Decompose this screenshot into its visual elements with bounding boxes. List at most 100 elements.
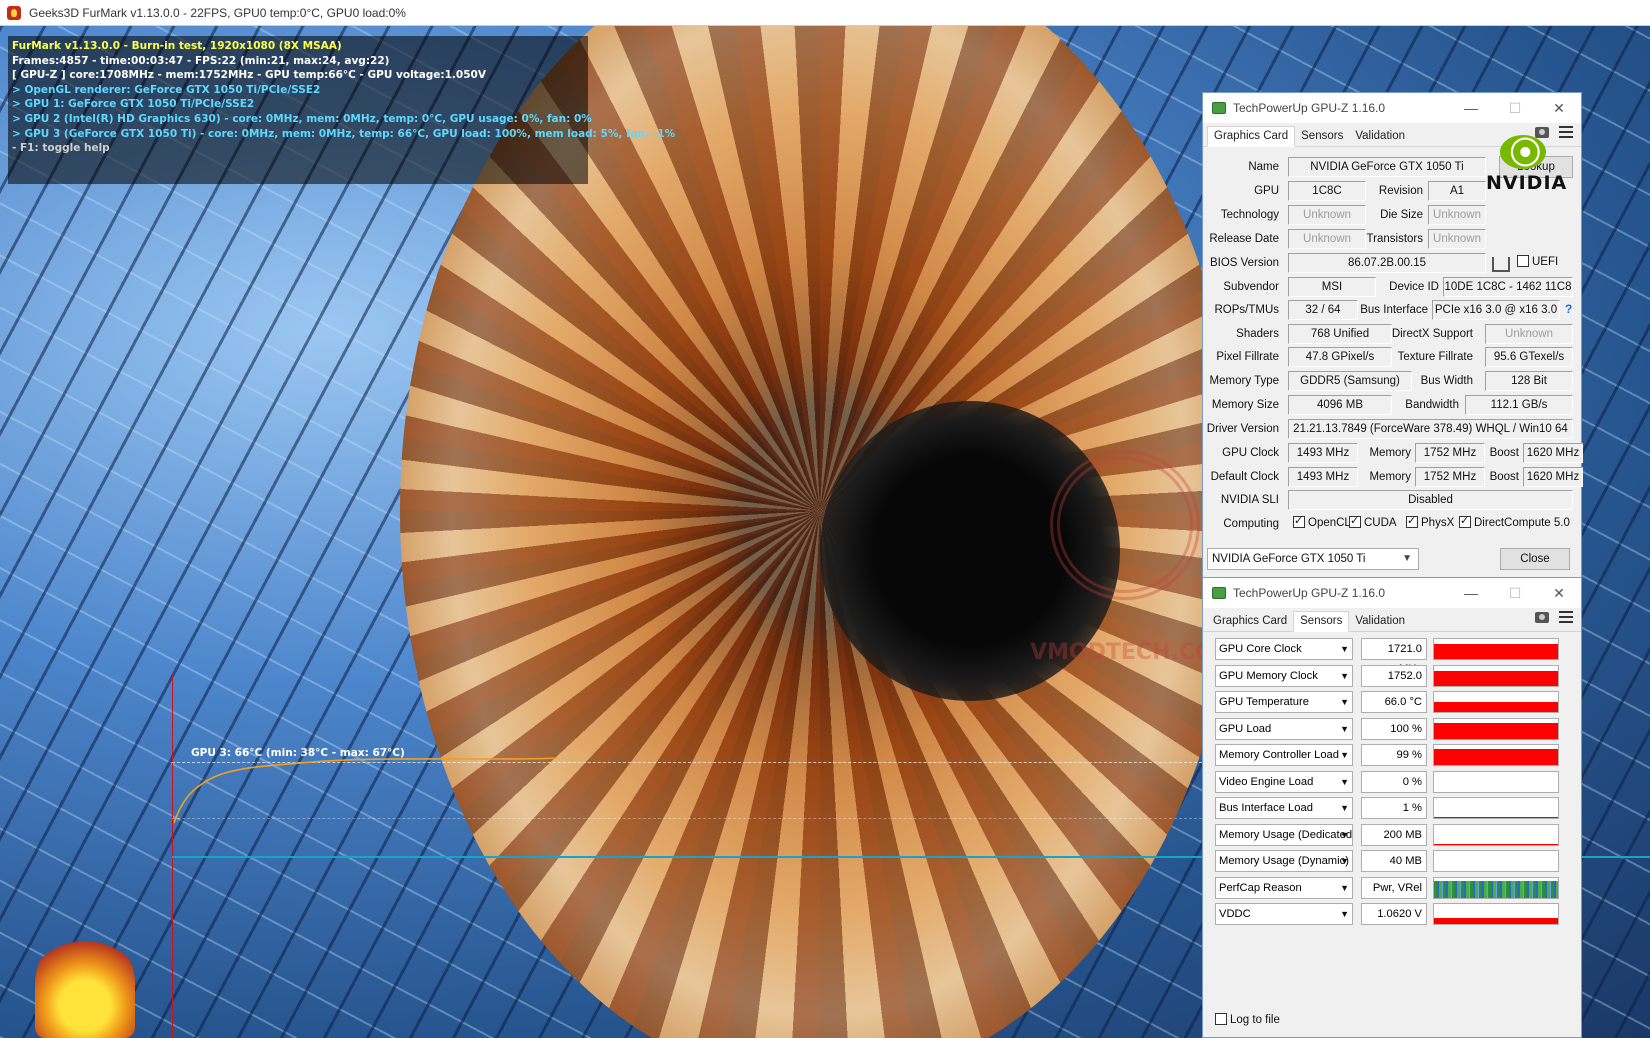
label-directx-support: DirectX Support	[1391, 328, 1473, 340]
close-icon[interactable]: ✕	[1537, 93, 1581, 123]
chevron-down-icon[interactable]: ▼	[1340, 639, 1349, 659]
tab-sensors[interactable]: Sensors	[1293, 611, 1350, 632]
label-default-clock: Default Clock	[1210, 471, 1279, 483]
uefi-check-icon[interactable]	[1517, 255, 1529, 267]
sensor-name-dropdown[interactable]: PerfCap Reason ▼	[1215, 876, 1353, 899]
label-bus-interface: Bus Interface	[1360, 304, 1428, 316]
sensor-name-dropdown[interactable]: Memory Usage (Dynamic) ▼	[1215, 850, 1353, 872]
sensor-list: GPU Core Clock▼1721.0 MHzGPU Memory Cloc…	[1203, 632, 1581, 1032]
check-icon	[1293, 514, 1305, 528]
log-to-file-checkbox[interactable]: Log to file	[1215, 1013, 1280, 1026]
sensor-graph	[1433, 638, 1559, 660]
computing-physx: PhysX	[1406, 514, 1454, 529]
value-bus-width: 128 Bit	[1485, 371, 1573, 391]
sensor-graph-fill	[1434, 749, 1558, 765]
close-icon[interactable]: ✕	[1537, 578, 1581, 608]
furmark-logo	[35, 930, 135, 1038]
label-computing: Computing	[1223, 518, 1279, 530]
chevron-down-icon[interactable]: ▼	[1340, 825, 1349, 845]
sensor-graph	[1433, 876, 1559, 899]
value-memory-type: GDDR5 (Samsung)	[1288, 371, 1412, 391]
value-technology: Unknown	[1288, 205, 1366, 225]
value-texture-fillrate: 95.6 GTexel/s	[1485, 347, 1573, 367]
tab-sensors[interactable]: Sensors	[1295, 127, 1349, 146]
furmark-titlebar[interactable]: Geeks3D FurMark v1.13.0.0 - 22FPS, GPU0 …	[0, 0, 1650, 26]
sensor-value: 200 MB	[1361, 823, 1427, 846]
hamburger-menu-icon[interactable]	[1559, 611, 1573, 623]
chevron-down-icon[interactable]: ▼	[1402, 549, 1412, 569]
sensor-name-dropdown[interactable]: GPU Core Clock ▼	[1215, 638, 1353, 660]
sensor-name-dropdown[interactable]: GPU Memory Clock ▼	[1215, 664, 1353, 687]
sensor-name-dropdown[interactable]: Video Engine Load ▼	[1215, 770, 1353, 793]
label-release-date: Release Date	[1209, 233, 1279, 245]
sensor-row: VDDC ▼ 1.0620 V	[1215, 903, 1565, 925]
sensor-graph	[1433, 823, 1559, 846]
sensor-graph-fill	[1434, 843, 1558, 845]
sensor-row: Video Engine Load ▼ 0 %	[1215, 770, 1565, 793]
label-default-boost: Boost	[1489, 471, 1519, 483]
label-memory-size: Memory Size	[1211, 399, 1279, 411]
sensor-name-dropdown[interactable]: Memory Usage (Dedicated) ▼	[1215, 823, 1353, 846]
bios-share-icon[interactable]	[1492, 257, 1510, 272]
sensor-name: GPU Memory Clock	[1219, 669, 1318, 682]
chevron-down-icon[interactable]: ▼	[1340, 851, 1349, 871]
value-default-memory: 1752 MHz	[1415, 467, 1485, 487]
sensor-graph	[1433, 903, 1559, 925]
tab-graphics-card[interactable]: Graphics Card	[1207, 126, 1296, 147]
chevron-down-icon[interactable]: ▼	[1340, 719, 1349, 739]
chevron-down-icon[interactable]: ▼	[1340, 878, 1349, 898]
gpuz-window-title: TechPowerUp GPU-Z 1.16.0	[1233, 586, 1386, 600]
gpuz-titlebar[interactable]: TechPowerUp GPU-Z 1.16.0 — ☐ ✕	[1203, 578, 1581, 608]
gpuz-tab-bar: Graphics Card Sensors Validation	[1203, 608, 1581, 632]
sensor-name: Video Engine Load	[1219, 775, 1314, 788]
chevron-down-icon[interactable]: ▼	[1340, 772, 1349, 792]
sensor-name: Bus Interface Load	[1219, 802, 1313, 814]
chevron-down-icon[interactable]: ▼	[1340, 692, 1349, 712]
chevron-down-icon[interactable]: ▼	[1340, 745, 1349, 765]
sensor-name: PerfCap Reason	[1219, 881, 1302, 894]
close-button[interactable]: Close	[1500, 548, 1570, 570]
furmark-app-icon	[7, 5, 21, 20]
sensor-name: VDDC	[1219, 908, 1251, 920]
sensor-name-dropdown[interactable]: Bus Interface Load ▼	[1215, 797, 1353, 819]
gpuz-titlebar[interactable]: TechPowerUp GPU-Z 1.16.0 — ☐ ✕	[1203, 93, 1581, 123]
furmark-osd-panel: FurMark v1.13.0.0 - Burn-in test, 1920x1…	[8, 36, 675, 184]
camera-icon[interactable]	[1535, 612, 1549, 623]
value-device-id: 10DE 1C8C - 1462 11C8	[1443, 277, 1573, 297]
sensor-row: Memory Controller Load ▼ 99 %	[1215, 744, 1565, 766]
tab-graphics-card[interactable]: Graphics Card	[1207, 612, 1293, 631]
maximize-icon[interactable]: ☐	[1493, 93, 1537, 123]
label-texture-fillrate: Texture Fillrate	[1397, 351, 1473, 363]
checkbox-icon[interactable]	[1215, 1013, 1227, 1025]
chevron-down-icon[interactable]: ▼	[1340, 798, 1349, 818]
osd-line: [ GPU-Z ] core:1708MHz - mem:1752MHz - G…	[12, 69, 486, 82]
sensor-name-dropdown[interactable]: GPU Load ▼	[1215, 717, 1353, 740]
gpuz-app-icon	[1212, 587, 1226, 599]
check-icon	[1406, 514, 1418, 528]
sensor-name-dropdown[interactable]: Memory Controller Load ▼	[1215, 744, 1353, 766]
tab-validation[interactable]: Validation	[1349, 612, 1411, 631]
label-die-size: Die Size	[1380, 209, 1423, 221]
value-driver-version: 21.21.13.7849 (ForceWare 378.49) WHQL / …	[1288, 419, 1573, 439]
chevron-down-icon[interactable]: ▼	[1340, 904, 1349, 924]
sensor-name-dropdown[interactable]: GPU Temperature ▼	[1215, 691, 1353, 713]
value-boost-clock: 1620 MHz	[1523, 443, 1583, 463]
gpu-select-dropdown[interactable]: NVIDIA GeForce GTX 1050 Ti ▼	[1207, 548, 1419, 570]
sensor-graph	[1433, 744, 1559, 766]
bus-interface-help-icon[interactable]: ?	[1565, 302, 1572, 316]
value-memory-size: 4096 MB	[1288, 395, 1392, 415]
sensor-name: GPU Core Clock	[1219, 643, 1302, 655]
sensor-name-dropdown[interactable]: VDDC ▼	[1215, 903, 1353, 925]
label-nvidia-sli: NVIDIA SLI	[1220, 494, 1279, 506]
computing-cuda-label: CUDA	[1364, 517, 1397, 529]
sensor-value: 0 %	[1361, 770, 1427, 793]
minimize-icon[interactable]: —	[1449, 93, 1493, 123]
value-subvendor: MSI	[1288, 277, 1376, 297]
value-transistors: Unknown	[1428, 229, 1486, 249]
uefi-checkbox[interactable]: UEFI	[1517, 255, 1558, 268]
check-icon	[1349, 514, 1361, 528]
minimize-icon[interactable]: —	[1449, 578, 1493, 608]
maximize-icon[interactable]: ☐	[1493, 578, 1537, 608]
chevron-down-icon[interactable]: ▼	[1340, 666, 1349, 686]
tab-validation[interactable]: Validation	[1349, 127, 1411, 146]
